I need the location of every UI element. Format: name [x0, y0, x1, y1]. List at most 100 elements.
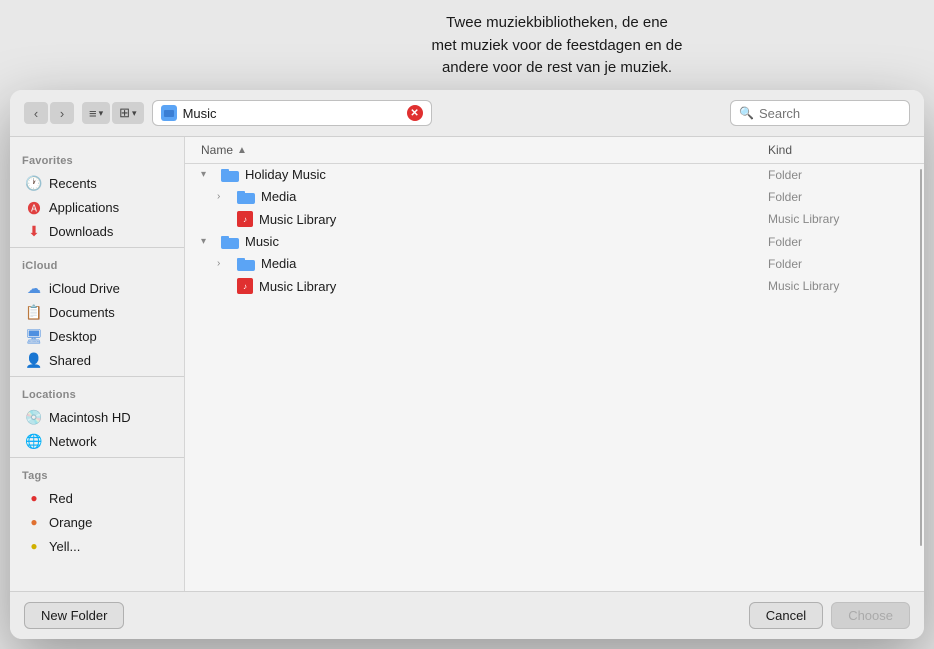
expand-arrow-icon: ▾ — [201, 236, 215, 247]
tag-red-icon: ● — [26, 490, 42, 506]
view-list-button[interactable]: ≡ ▾ — [82, 102, 110, 124]
tag-yellow-label: Yell... — [49, 539, 80, 554]
network-label: Network — [49, 434, 97, 449]
table-row[interactable]: ♪ Music Library Music Library — [185, 208, 924, 231]
sidebar-item-tag-orange[interactable]: ● Orange — [14, 510, 180, 534]
nav-forward-button[interactable]: › — [50, 102, 74, 124]
shared-label: Shared — [49, 353, 91, 368]
sort-arrow-icon: ▲ — [237, 145, 247, 156]
nav-buttons: ‹ › — [24, 102, 74, 124]
downloads-label: Downloads — [49, 224, 113, 239]
bracket-line — [920, 169, 922, 546]
col-kind-header[interactable]: Kind — [768, 143, 908, 157]
grid-dropdown-icon: ▾ — [132, 108, 137, 119]
music-library-icon: ♪ — [237, 278, 253, 294]
row-kind: Folder — [768, 235, 908, 249]
icloud-section-label: iCloud — [10, 252, 184, 276]
documents-icon: 📋 — [26, 304, 42, 320]
file-list: ▾ Holiday Music Folder › — [185, 164, 924, 591]
divider-2 — [10, 376, 184, 377]
search-icon: 🔍 — [739, 106, 754, 120]
location-clear-button[interactable]: ✕ — [407, 105, 423, 121]
sidebar-item-recents[interactable]: 🕐 Recents — [14, 171, 180, 195]
macintosh-hd-icon: 💿 — [26, 409, 42, 425]
annotation-text: Twee muziekbibliotheken, de ene met muzi… — [180, 0, 934, 88]
applications-label: Applications — [49, 200, 119, 215]
table-row[interactable]: › Media Folder — [185, 186, 924, 208]
list-dropdown-icon: ▾ — [99, 108, 104, 119]
scroll-bracket — [912, 164, 924, 591]
sidebar-item-macintosh-hd[interactable]: 💿 Macintosh HD — [14, 405, 180, 429]
sidebar-item-icloud-drive[interactable]: ☁ iCloud Drive — [14, 276, 180, 300]
tag-orange-icon: ● — [26, 514, 42, 530]
file-table-header: Name ▲ Kind — [185, 137, 924, 164]
location-folder-icon — [161, 105, 177, 121]
folder-icon — [221, 168, 239, 182]
row-kind: Folder — [768, 190, 908, 204]
search-input[interactable] — [759, 106, 924, 121]
view-buttons: ≡ ▾ ⊞ ▾ — [82, 102, 144, 124]
table-row[interactable]: ♪ Music Library Music Library — [185, 275, 924, 298]
expand-arrow-icon: ▾ — [201, 169, 215, 180]
table-row[interactable]: › Media Folder — [185, 253, 924, 275]
bottom-bar: New Folder Cancel Choose — [10, 591, 924, 639]
file-name: Music Library — [259, 279, 336, 294]
location-bar[interactable]: Music ✕ — [152, 100, 432, 126]
annotation-line1: Twee muziekbibliotheken, de ene — [446, 14, 668, 31]
desktop-icon: 🖥 — [26, 328, 42, 344]
sidebar: Favorites 🕐 Recents 🅐 Applications ⬇ Dow… — [10, 137, 185, 591]
list-icon: ≡ — [89, 106, 97, 121]
icloud-drive-icon: ☁ — [26, 280, 42, 296]
sidebar-item-documents[interactable]: 📋 Documents — [14, 300, 180, 324]
new-folder-button[interactable]: New Folder — [24, 602, 124, 629]
sidebar-item-shared[interactable]: 👤 Shared — [14, 348, 180, 372]
applications-icon: 🅐 — [26, 199, 42, 215]
folder-icon — [221, 235, 239, 249]
row-kind: Folder — [768, 168, 908, 182]
cancel-button[interactable]: Cancel — [749, 602, 823, 629]
view-grid-button[interactable]: ⊞ ▾ — [112, 102, 143, 124]
row-kind: Music Library — [768, 279, 908, 293]
folder-icon — [237, 257, 255, 271]
annotation-line3: andere voor de rest van je muziek. — [442, 59, 672, 76]
network-icon: 🌐 — [26, 433, 42, 449]
row-kind: Folder — [768, 257, 908, 271]
col-kind-label: Kind — [768, 143, 792, 157]
file-pane: Name ▲ Kind ▾ Holiday — [185, 137, 924, 591]
documents-label: Documents — [49, 305, 115, 320]
row-name: › Media — [217, 189, 768, 204]
file-dialog: ‹ › ≡ ▾ ⊞ ▾ Music ✕ 🔍 Favorites — [10, 90, 924, 639]
sidebar-item-network[interactable]: 🌐 Network — [14, 429, 180, 453]
table-row[interactable]: ▾ Holiday Music Folder — [185, 164, 924, 186]
toolbar: ‹ › ≡ ▾ ⊞ ▾ Music ✕ 🔍 — [10, 90, 924, 137]
locations-section-label: Locations — [10, 381, 184, 405]
row-name: ♪ Music Library — [217, 211, 768, 227]
row-name: ▾ Music — [201, 234, 768, 249]
macintosh-hd-label: Macintosh HD — [49, 410, 131, 425]
col-name-header[interactable]: Name ▲ — [201, 143, 768, 157]
grid-icon: ⊞ — [119, 105, 130, 121]
expand-arrow-icon: › — [217, 258, 231, 269]
shared-icon: 👤 — [26, 352, 42, 368]
divider-3 — [10, 457, 184, 458]
table-row[interactable]: ▾ Music Folder — [185, 231, 924, 253]
divider-1 — [10, 247, 184, 248]
nav-back-button[interactable]: ‹ — [24, 102, 48, 124]
file-name: Media — [261, 189, 296, 204]
sidebar-item-tag-yellow[interactable]: ● Yell... — [14, 534, 180, 558]
file-name: Music — [245, 234, 279, 249]
annotation-line2: met muziek voor de feestdagen en de — [432, 37, 683, 54]
file-name: Music Library — [259, 212, 336, 227]
search-bar[interactable]: 🔍 — [730, 100, 910, 126]
recents-icon: 🕐 — [26, 175, 42, 191]
col-name-label: Name — [201, 143, 233, 157]
recents-label: Recents — [49, 176, 97, 191]
sidebar-item-desktop[interactable]: 🖥 Desktop — [14, 324, 180, 348]
sidebar-item-downloads[interactable]: ⬇ Downloads — [14, 219, 180, 243]
main-content: Favorites 🕐 Recents 🅐 Applications ⬇ Dow… — [10, 137, 924, 591]
expand-arrow-icon: › — [217, 191, 231, 202]
sidebar-item-applications[interactable]: 🅐 Applications — [14, 195, 180, 219]
sidebar-item-tag-red[interactable]: ● Red — [14, 486, 180, 510]
row-name: › Media — [217, 256, 768, 271]
choose-button[interactable]: Choose — [831, 602, 910, 629]
